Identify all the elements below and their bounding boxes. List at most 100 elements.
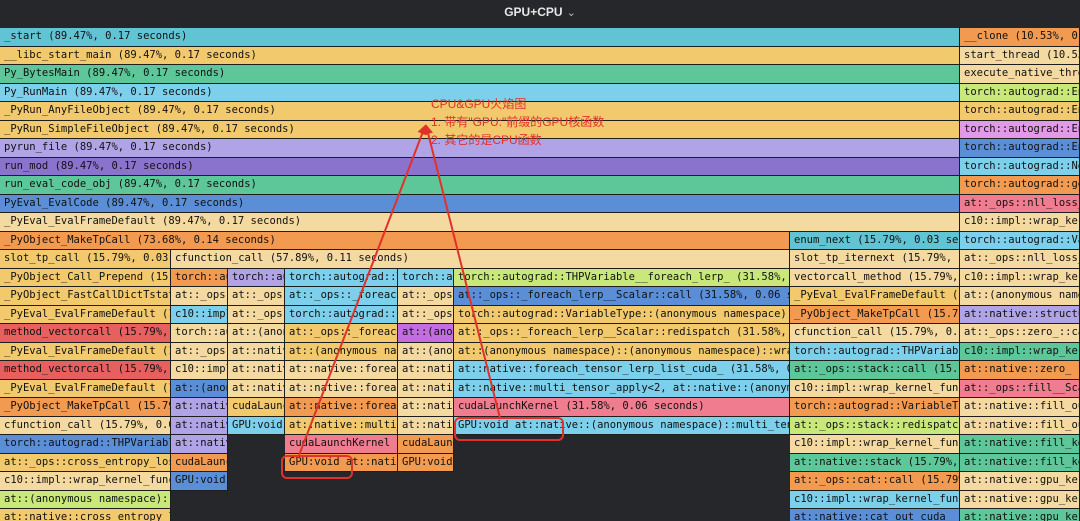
stack-frame[interactable]: torch::autograd::Engine::call_function [960, 139, 1080, 158]
stack-frame[interactable]: torch::autograd::VariableType::(anonymou… [454, 306, 790, 324]
stack-frame[interactable]: cudaLaunchKernel ( [285, 435, 398, 454]
stack-frame[interactable]: c10::impl::wrap_kernel_functor_unboxed [960, 213, 1080, 232]
stack-frame[interactable]: start_thread (10.53%, 0.02 seconds) [960, 47, 1080, 65]
stack-frame[interactable]: at::native::multi [228, 380, 285, 398]
stack-frame[interactable]: cudaLaunchKernel [398, 435, 454, 454]
chevron-down-icon[interactable]: ⌄ [567, 6, 576, 19]
stack-frame[interactable]: torch::autograd::THPVariable__foreach_le… [454, 269, 790, 287]
stack-frame[interactable]: torch::autograd::VariableType [285, 306, 398, 324]
stack-frame[interactable]: Py_BytesMain (89.47%, 0.17 seconds) [0, 65, 960, 84]
stack-frame[interactable]: at::native::fill_kernel_cuda [960, 435, 1080, 454]
stack-frame[interactable]: at::native::gpu_kernel [960, 491, 1080, 509]
stack-frame[interactable]: c10::impl::wrap_kernel_functor_unboxed [960, 343, 1080, 361]
stack-frame[interactable]: at::(anonymous [228, 324, 285, 343]
stack-frame[interactable]: torch::autograd::VariableType::stack [790, 398, 960, 417]
stack-frame[interactable]: torch::autograd [228, 269, 285, 287]
stack-frame[interactable]: at::_ops::nll_loss_backward::call [960, 195, 1080, 213]
stack-frame[interactable]: at::_ops::cat::call (15.79%, 0.03 second… [790, 472, 960, 491]
stack-frame[interactable]: torch::autograd::THPVariable_cross_entro… [0, 435, 171, 454]
stack-frame[interactable]: at::_ops::stack::call (15.79%, 0.03 seco… [790, 361, 960, 380]
stack-frame[interactable]: _PyObject_MakeTpCall (73.68%, 0.14 secon… [0, 232, 790, 250]
stack-frame[interactable]: at::native::zero_ [960, 361, 1080, 380]
stack-frame[interactable]: at::native::foreach [171, 417, 228, 435]
stack-frame[interactable]: at::(anonymous [171, 380, 228, 398]
stack-frame[interactable]: at::(anonymous namespace)::(anonymous na… [454, 343, 790, 361]
stack-frame[interactable]: at::native::foreach [228, 361, 285, 380]
stack-frame[interactable]: torch::autograd [171, 269, 228, 287]
stack-frame[interactable]: torch::autograd::Node::operator() [960, 158, 1080, 176]
stack-frame[interactable]: at::_ops::_foreach [228, 306, 285, 324]
stack-frame[interactable]: method_vectorcall (15.79%, 0.03 seconds) [0, 361, 171, 380]
stack-frame[interactable]: cfunction_call (15.79%, 0.03 seconds) [0, 417, 171, 435]
stack-frame[interactable]: c10::impl::wrap_kernel_functor_unboxed [960, 269, 1080, 287]
view-selector[interactable]: GPU+CPU ⌄ [0, 0, 1080, 24]
stack-frame[interactable]: at::_ops::_foreach_lerp [285, 324, 398, 343]
stack-frame[interactable]: PyEval_EvalCode (89.47%, 0.17 seconds) [0, 195, 960, 213]
stack-frame[interactable]: at::native::fill_out [960, 398, 1080, 417]
stack-frame[interactable]: _PyObject_MakeTpCall (15.79%, 0.03 secon… [0, 398, 171, 417]
stack-frame[interactable]: at::_ops::_foreach_lerp__Scalar::call (3… [454, 287, 790, 306]
stack-frame[interactable]: at::native::cat_out_cuda [790, 509, 960, 521]
stack-frame[interactable]: cfunction_call (15.79%, 0.03 seconds) [790, 324, 960, 343]
stack-frame[interactable]: cfunction_call (57.89%, 0.11 seconds) [171, 250, 790, 269]
stack-frame[interactable]: slot_tp_call (15.79%, 0.03 seconds) [0, 250, 171, 269]
stack-frame[interactable]: __libc_start_main (89.47%, 0.17 seconds) [0, 47, 960, 65]
stack-frame[interactable]: at::native::foreach [171, 398, 228, 417]
stack-frame[interactable]: _PyEval_EvalFrameDefault (15.79%, 0.03 s… [0, 343, 171, 361]
stack-frame[interactable]: at::_ops::_foreach [398, 306, 454, 324]
stack-frame[interactable]: at::(anonymous namespace) [285, 343, 398, 361]
stack-frame[interactable]: at::native::multi_tensor_apply<2, at::na… [454, 380, 790, 398]
stack-frame[interactable]: at::_ops::_foreach [171, 287, 228, 306]
stack-frame[interactable]: _PyEval_EvalFrameDefault (89.47%, 0.17 s… [0, 213, 960, 232]
stack-frame[interactable]: at::_ops::_foreach_lerp__Scalar::redispa… [454, 324, 790, 343]
stack-frame[interactable]: _PyObject_MakeTpCall (15.79%, 0.03 secon… [790, 306, 960, 324]
stack-frame[interactable]: __clone (10.53%, 0.02 seconds) [960, 28, 1080, 47]
stack-frame[interactable]: at::native::cross_entropy_loss [0, 509, 171, 521]
stack-frame[interactable]: at::native::multi [398, 417, 454, 435]
stack-frame[interactable]: at::native::multi_tensor [285, 417, 398, 435]
stack-frame[interactable]: at::(anonymous namespace)::(anonymous na… [0, 491, 171, 509]
stack-frame[interactable]: torch::autograd::VariableType [960, 232, 1080, 250]
stack-frame[interactable]: cudaLaunchKernel (31.58%, 0.06 seconds) [454, 398, 790, 417]
stack-frame[interactable]: at::_ops::_foreach [228, 287, 285, 306]
stack-frame[interactable]: at::native::fill_kernel_cuda [960, 454, 1080, 472]
stack-frame[interactable]: at::(anonymous namespace) [960, 287, 1080, 306]
stack-frame[interactable]: c10::impl::wrap_kernel [171, 306, 228, 324]
stack-frame[interactable]: at::_ops::cross_entropy_loss::call [0, 454, 171, 472]
stack-frame[interactable]: torch::autograd::generated::NllLossBackw… [960, 176, 1080, 195]
stack-frame[interactable]: torch::autograd [171, 324, 228, 343]
stack-frame[interactable]: at::_ops::nll_loss_backward::redispatch [960, 250, 1080, 269]
stack-frame[interactable]: at::native::multi [398, 380, 454, 398]
stack-frame[interactable]: slot_tp_iternext (15.79%, 0.03 seconds) [790, 250, 960, 269]
stack-frame[interactable]: c10::impl::wrap_kernel [171, 361, 228, 380]
stack-frame[interactable]: torch::autograd [398, 269, 454, 287]
stack-frame[interactable]: vectorcall_method (15.79%, 0.03 seconds) [790, 269, 960, 287]
stack-frame[interactable]: c10::impl::wrap_kernel_functor_unboxed [790, 491, 960, 509]
stack-frame[interactable]: at::native::foreach_tensor_lerp_list_cud… [454, 361, 790, 380]
stack-frame[interactable]: at::native::gpu_kernel [960, 472, 1080, 491]
stack-frame[interactable]: at::_ops::stack::redispatch [790, 417, 960, 435]
stack-frame[interactable]: _PyEval_EvalFrameDefault (15.79%, 0.03 s… [0, 306, 171, 324]
stack-frame[interactable]: execute_native_thread_routine [960, 65, 1080, 84]
stack-frame[interactable]: c10::impl::wrap_kernel_functor_unboxed [790, 435, 960, 454]
stack-frame[interactable]: _start (89.47%, 0.17 seconds) [0, 28, 960, 47]
stack-frame[interactable]: at::_ops::_foreach [398, 287, 454, 306]
stack-frame[interactable]: cudaLaunchKernel [228, 398, 285, 417]
stack-frame[interactable]: at::native::foreach_tensor [285, 361, 398, 380]
stack-frame[interactable]: torch::autograd::Engine::thread_main [960, 102, 1080, 121]
stack-frame[interactable]: GPU:void at::native [171, 472, 228, 491]
stack-frame[interactable]: _PyObject_Call_Prepend (15.79%, 0.03 sec… [0, 269, 171, 287]
stack-frame[interactable]: run_mod (89.47%, 0.17 seconds) [0, 158, 960, 176]
stack-frame[interactable]: at::native::multi [398, 398, 454, 417]
stack-frame[interactable]: at::_ops::fill__Scalar::call [960, 380, 1080, 398]
stack-frame[interactable]: at::_ops::_foreach [171, 343, 228, 361]
stack-frame[interactable]: c10::impl::wrap_kernel_functor_unboxed [0, 472, 171, 491]
stack-frame[interactable]: at::native::foreach_tensor [285, 380, 398, 398]
stack-frame[interactable]: c10::impl::wrap_kernel_functor_unboxed [790, 380, 960, 398]
stack-frame[interactable]: enum_next (15.79%, 0.03 seconds) [790, 232, 960, 250]
stack-frame[interactable]: at::_ops::_foreach_lerp [285, 287, 398, 306]
stack-frame[interactable]: torch::autograd::THPVariable_stack [790, 343, 960, 361]
stack-frame[interactable]: run_eval_code_obj (89.47%, 0.17 seconds) [0, 176, 960, 195]
stack-frame[interactable]: method_vectorcall (15.79%, 0.03 seconds) [0, 324, 171, 343]
stack-frame[interactable]: at::native::foreach_tensor [285, 398, 398, 417]
